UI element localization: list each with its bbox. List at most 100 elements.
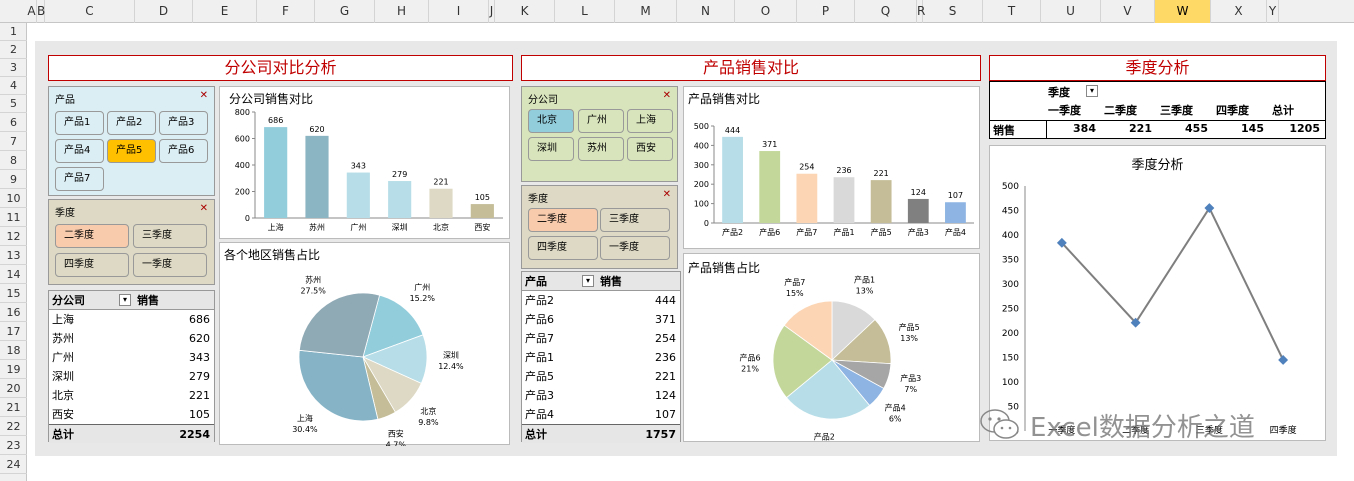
row-header[interactable]: 6 <box>0 113 27 132</box>
row-header[interactable]: 9 <box>0 170 27 189</box>
filter-dropdown-icon[interactable]: ▾ <box>119 294 131 306</box>
row-header[interactable]: 15 <box>0 284 27 303</box>
slicer-item[interactable]: 上海 <box>627 109 673 133</box>
row-header[interactable]: 14 <box>0 265 27 284</box>
row-value: 371 <box>655 313 676 326</box>
column-header[interactable]: B <box>37 0 45 23</box>
column-header[interactable]: W <box>1155 0 1211 23</box>
column-header[interactable]: O <box>735 0 797 23</box>
slicer-item[interactable]: 产品4 <box>55 139 104 163</box>
table-row: 产品1 236 <box>522 348 680 367</box>
column-header[interactable]: G <box>315 0 375 23</box>
row-header[interactable]: 20 <box>0 379 27 398</box>
slicer-item[interactable]: 四季度 <box>55 253 129 277</box>
row-header[interactable]: 2 <box>0 41 27 59</box>
row-header[interactable]: 19 <box>0 360 27 379</box>
row-header[interactable]: 3 <box>0 59 27 77</box>
column-header[interactable]: M <box>615 0 677 23</box>
filter-dropdown-icon[interactable]: ▾ <box>1086 85 1098 97</box>
slice-label: 产品1 <box>854 275 875 285</box>
slicer-item[interactable]: 深圳 <box>528 137 574 161</box>
slice-label: 产品4 <box>885 402 906 412</box>
row-header[interactable]: 11 <box>0 208 27 227</box>
slicer-item[interactable]: 北京 <box>528 109 574 133</box>
slicer-header: 季度 <box>55 208 75 219</box>
y-tick-label: 0 <box>245 214 250 223</box>
column-header-sales: 销售 <box>600 275 622 288</box>
bar <box>907 198 929 223</box>
branch-pivot-table: 分公司 ▾ 销售 上海 686 苏州 620 广州 343 深圳 279 北京 221 西安 105 总… <box>48 290 215 443</box>
row-header[interactable]: 17 <box>0 322 27 341</box>
column-header[interactable]: F <box>257 0 315 23</box>
column-header[interactable]: P <box>797 0 855 23</box>
bar <box>945 202 966 223</box>
row-header[interactable]: 16 <box>0 303 27 322</box>
column-header[interactable]: T <box>983 0 1041 23</box>
row-header[interactable]: 10 <box>0 189 27 208</box>
row-header[interactable]: 18 <box>0 341 27 360</box>
row-label: 产品1 <box>525 351 554 364</box>
slicer-item[interactable]: 二季度 <box>55 224 129 248</box>
slicer-item[interactable]: 西安 <box>627 137 673 161</box>
row-header[interactable]: 12 <box>0 227 27 246</box>
column-header[interactable]: K <box>495 0 555 23</box>
column-header[interactable]: X <box>1211 0 1267 23</box>
slicer-item[interactable]: 二季度 <box>528 208 598 232</box>
table-row: 广州 343 <box>49 348 214 367</box>
clear-filter-icon[interactable]: ✕ <box>200 203 208 214</box>
slicer-item[interactable]: 一季度 <box>600 236 670 260</box>
column-header[interactable]: Q <box>855 0 917 23</box>
column-header[interactable]: D <box>135 0 193 23</box>
slicer-item[interactable]: 四季度 <box>528 236 598 260</box>
slicer-item[interactable]: 三季度 <box>600 208 670 232</box>
row-header[interactable]: 21 <box>0 398 27 417</box>
row-header[interactable]: 24 <box>0 455 27 474</box>
row-label: 产品4 <box>525 408 554 421</box>
row-header[interactable]: 22 <box>0 417 27 436</box>
row-header[interactable]: 7 <box>0 132 27 151</box>
row-header[interactable]: 8 <box>0 151 27 170</box>
slicer-header: 分公司 <box>528 95 558 106</box>
column-header[interactable]: U <box>1041 0 1101 23</box>
column-header[interactable]: Y <box>1267 0 1279 23</box>
branch-pie-chart: 广州 15.2% 深圳 12.4% 北京 9.8% 西安 4.7% 上海 30.4% 苏州 27.5% <box>292 274 464 446</box>
slicer-item[interactable]: 产品6 <box>159 139 208 163</box>
clear-filter-icon[interactable]: ✕ <box>663 90 671 101</box>
table-row: 产品5 221 <box>522 367 680 386</box>
table-row: 深圳 279 <box>49 367 214 386</box>
slicer-item[interactable]: 一季度 <box>133 253 207 277</box>
slicer-item[interactable]: 产品7 <box>55 167 104 191</box>
slicer-item[interactable]: 产品2 <box>107 111 156 135</box>
slicer-item[interactable]: 产品1 <box>55 111 104 135</box>
column-header[interactable]: N <box>677 0 735 23</box>
column-header[interactable]: E <box>193 0 257 23</box>
row-header[interactable]: 1 <box>0 23 27 41</box>
column-header[interactable]: S <box>923 0 983 23</box>
slicer-item[interactable]: 产品3 <box>159 111 208 135</box>
column-header[interactable]: C <box>45 0 135 23</box>
slicer-item[interactable]: 广州 <box>578 109 624 133</box>
column-header[interactable]: L <box>555 0 615 23</box>
data-label: 236 <box>836 166 851 175</box>
row-header[interactable]: 23 <box>0 436 27 455</box>
column-header[interactable]: H <box>375 0 429 23</box>
filter-dropdown-icon[interactable]: ▾ <box>582 275 594 287</box>
quarter-header: 一季度 <box>1048 104 1081 117</box>
column-header[interactable]: A <box>27 0 37 23</box>
slicer-item[interactable]: 产品5 <box>107 139 156 163</box>
column-header[interactable]: V <box>1101 0 1155 23</box>
row-header[interactable]: 13 <box>0 246 27 265</box>
series-line <box>1061 206 1285 361</box>
x-tick-label: 苏州 <box>309 222 325 232</box>
slice-percent: 30.4% <box>292 425 318 434</box>
table-row: 产品2 444 <box>522 291 680 310</box>
column-header[interactable]: I <box>429 0 489 23</box>
row-header[interactable]: 4 <box>0 77 27 95</box>
row-header[interactable]: 5 <box>0 95 27 113</box>
clear-filter-icon[interactable]: ✕ <box>663 189 671 200</box>
slicer-item[interactable]: 三季度 <box>133 224 207 248</box>
branch-slicer: 分公司 ✕ 北京 广州 上海深圳 苏州 西安 <box>521 86 678 182</box>
slicer-item[interactable]: 苏州 <box>578 137 624 161</box>
x-tick-label: 产品7 <box>796 227 817 237</box>
clear-filter-icon[interactable]: ✕ <box>200 90 208 101</box>
